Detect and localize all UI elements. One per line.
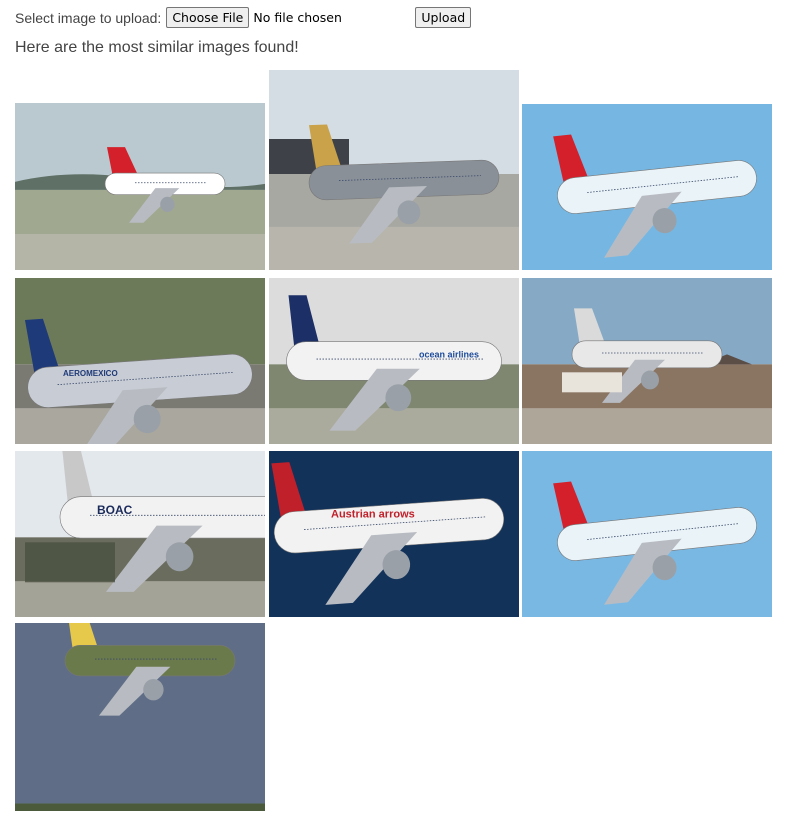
thumb-picture: ocean airlines xyxy=(269,278,519,444)
result-image-1[interactable] xyxy=(15,103,265,270)
livery-text: BOAC xyxy=(97,503,133,517)
tarmac xyxy=(269,226,519,270)
result-image-2[interactable] xyxy=(269,70,519,270)
results-heading: Here are the most similar images found! xyxy=(15,39,299,56)
result-image-5[interactable]: ocean airlines xyxy=(269,278,519,444)
result-image-3[interactable] xyxy=(522,104,772,270)
livery-text: Austrian arrows xyxy=(331,508,415,520)
upload-button[interactable]: Upload xyxy=(415,7,472,28)
engine xyxy=(165,542,194,572)
thumb-picture xyxy=(522,451,772,617)
thumb-picture: BOAC xyxy=(15,451,265,617)
file-status-text: No file chosen xyxy=(253,10,342,25)
result-image-6[interactable] xyxy=(522,278,772,444)
livery-text: ocean airlines xyxy=(419,350,479,360)
tarmac xyxy=(522,408,772,444)
upload-label: Select image to upload: xyxy=(15,9,162,26)
livery-text: AEROMEXICO xyxy=(63,369,118,378)
engine xyxy=(160,196,175,212)
upload-form: Select image to upload: Choose File No f… xyxy=(15,7,472,28)
thumb-picture xyxy=(269,70,519,270)
thumb-picture: AEROMEXICO xyxy=(15,278,265,444)
ground-vehicle xyxy=(562,372,622,393)
engine xyxy=(143,678,164,701)
result-image-9[interactable] xyxy=(522,451,772,617)
engine xyxy=(385,384,412,412)
engine xyxy=(641,370,659,390)
choose-file-button[interactable]: Choose File xyxy=(166,7,250,28)
result-image-4[interactable]: AEROMEXICO xyxy=(15,278,265,444)
ground xyxy=(15,803,265,811)
tarmac xyxy=(15,233,265,270)
result-image-7[interactable]: BOAC xyxy=(15,451,265,617)
thumb-picture: Austrian arrows xyxy=(269,451,519,617)
tarmac xyxy=(15,581,265,617)
thumb-picture xyxy=(15,623,265,811)
thumb-picture xyxy=(522,278,772,444)
result-image-8[interactable]: Austrian arrows xyxy=(269,451,519,617)
thumb-picture xyxy=(522,104,772,270)
ground-equipment xyxy=(25,542,115,583)
thumb-picture xyxy=(15,103,265,270)
result-image-10[interactable] xyxy=(15,623,265,811)
tarmac xyxy=(269,408,519,444)
